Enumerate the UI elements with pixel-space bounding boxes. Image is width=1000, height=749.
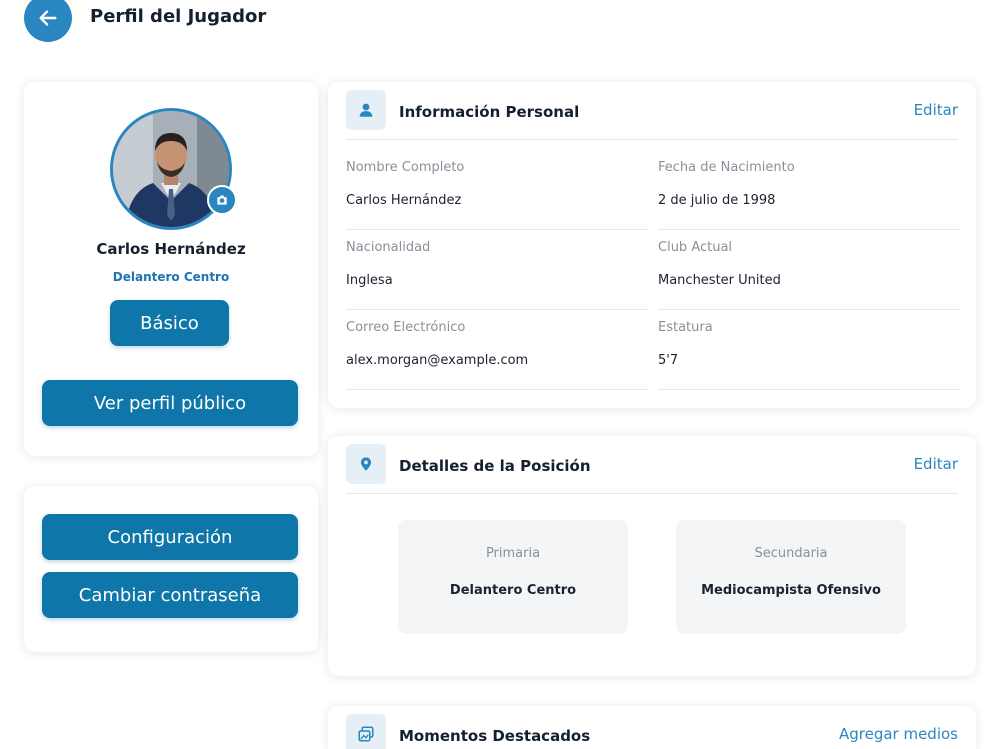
arrow-left-icon — [39, 10, 57, 26]
change-photo-button[interactable] — [207, 185, 237, 215]
position-details-header: Detalles de la Posición Editar — [346, 444, 958, 494]
change-password-button[interactable]: Cambiar contraseña — [42, 572, 298, 618]
profile-card: Carlos Hernández Delantero Centro Básico… — [24, 82, 318, 456]
field-label: Nacionalidad — [346, 240, 431, 255]
back-button[interactable] — [24, 0, 72, 42]
media-icon-box — [346, 714, 386, 749]
secondary-position-value: Mediocampista Ofensivo — [701, 583, 881, 598]
media-gallery-icon — [358, 726, 374, 742]
primary-position-value: Delantero Centro — [449, 583, 577, 598]
highlights-card: Momentos Destacados Agregar medios — [328, 706, 976, 749]
location-pin-icon — [361, 457, 371, 471]
highlights-title: Momentos Destacados — [399, 727, 591, 745]
personal-info-header: Información Personal Editar — [346, 90, 958, 140]
player-position: Delantero Centro — [112, 270, 230, 284]
primary-position-label: Primaria — [485, 546, 541, 561]
top-bar: Perfil del Jugador — [0, 0, 1000, 50]
camera-icon — [217, 195, 227, 205]
field-label: Club Actual — [658, 240, 733, 255]
user-icon — [359, 103, 373, 117]
field-label: Nombre Completo — [346, 160, 465, 175]
user-icon-box — [346, 90, 386, 130]
field-value: Carlos Hernández — [346, 193, 462, 208]
account-actions-card: Configuración Cambiar contraseña — [24, 486, 318, 652]
field-nationality: Nacionalidad Inglesa — [346, 230, 648, 310]
add-media-link[interactable]: Agregar medios — [839, 725, 958, 743]
edit-position-link[interactable]: Editar — [914, 455, 958, 473]
location-icon-box — [346, 444, 386, 484]
field-label: Fecha de Nacimiento — [658, 160, 795, 175]
field-label: Estatura — [658, 320, 713, 335]
secondary-position-label: Secundaria — [754, 546, 828, 561]
field-full-name: Nombre Completo Carlos Hernández — [346, 150, 648, 230]
field-value: Manchester United — [658, 273, 781, 288]
settings-button[interactable]: Configuración — [42, 514, 298, 560]
secondary-position-box: Secundaria Mediocampista Ofensivo — [676, 520, 906, 634]
field-value: alex.morgan@example.com — [346, 353, 529, 368]
view-public-profile-button[interactable]: Ver perfil público — [42, 380, 298, 426]
personal-info-card: Información Personal Editar Nombre Compl… — [328, 82, 976, 408]
primary-position-box: Primaria Delantero Centro — [398, 520, 628, 634]
field-current-club: Club Actual Manchester United — [658, 230, 960, 310]
edit-personal-info-link[interactable]: Editar — [914, 101, 958, 119]
player-name: Carlos Hernández — [96, 240, 246, 258]
field-birth-date: Fecha de Nacimiento 2 de julio de 1998 — [658, 150, 960, 230]
page-title: Perfil del Jugador — [90, 6, 267, 27]
field-label: Correo Electrónico — [346, 320, 466, 335]
position-details-card: Detalles de la Posición Editar Primaria … — [328, 436, 976, 676]
field-value: 5'7 — [658, 353, 679, 368]
plan-badge[interactable]: Básico — [110, 300, 229, 346]
position-details-title: Detalles de la Posición — [399, 457, 591, 475]
field-value: 2 de julio de 1998 — [658, 193, 776, 208]
field-height: Estatura 5'7 — [658, 310, 960, 390]
highlights-header: Momentos Destacados Agregar medios — [346, 714, 958, 749]
field-email: Correo Electrónico alex.morgan@example.c… — [346, 310, 648, 390]
personal-info-title: Información Personal — [399, 103, 580, 121]
field-value: Inglesa — [346, 273, 393, 288]
